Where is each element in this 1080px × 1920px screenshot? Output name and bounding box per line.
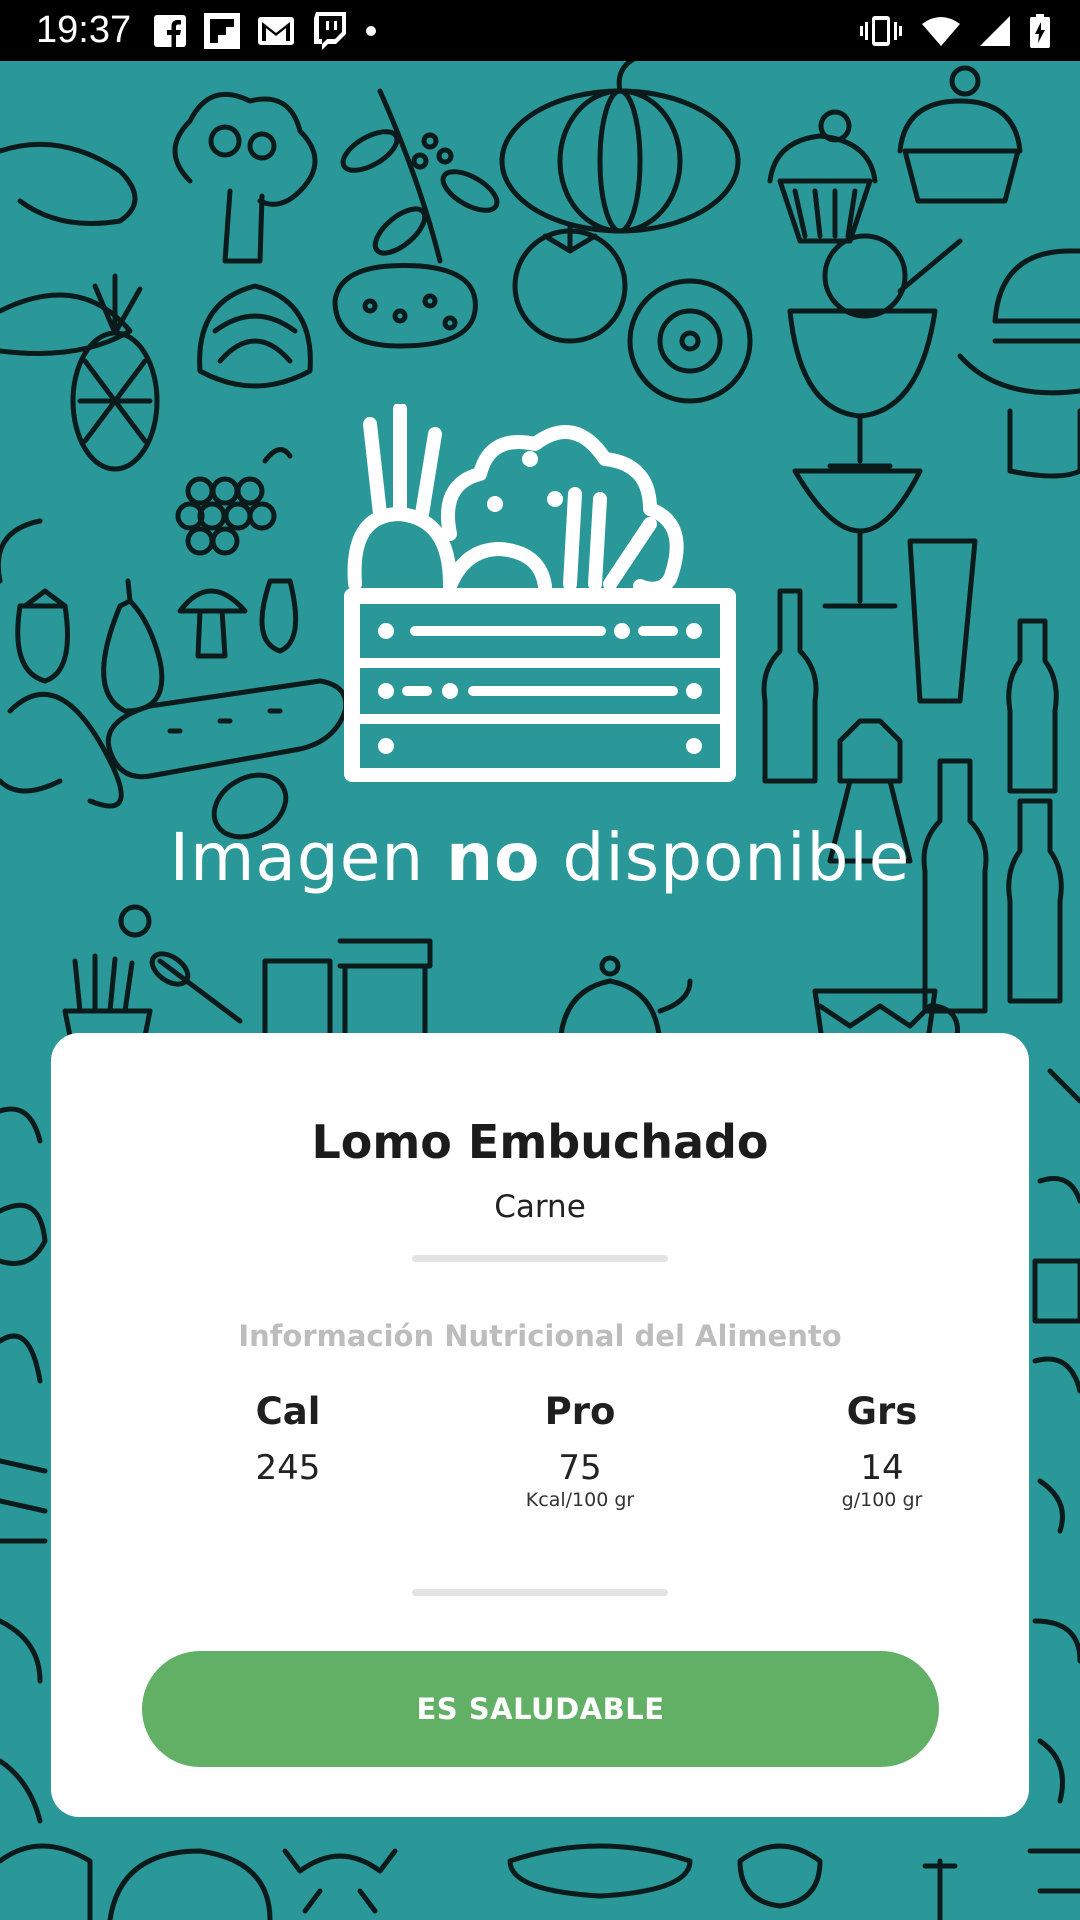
status-time: 19:37 [36,9,132,51]
broccoli-doodle [172,91,318,264]
gmail-icon [258,17,294,45]
no-image-prefix: Imagen [169,819,447,896]
cucumber-doodle [106,678,349,780]
nutrition-title: Información Nutricional del Alimento [238,1319,842,1353]
signal-icon [980,16,1010,46]
honey-dipper-doodle [118,904,243,1024]
cocktail-doodle [792,408,1080,704]
status-bar: 19:37 [0,0,1080,61]
food-info-card: Lomo Embuchado Carne Información Nutrici… [51,1033,1029,1817]
burger-doodle [957,248,1080,396]
strawberry-doodle [15,588,70,684]
pineapple-doodle [70,273,160,472]
food-name: Lomo Embuchado [311,1115,769,1169]
mushroom-doodle [177,588,248,659]
kiwi-doodle [627,278,753,404]
wifi-icon [922,17,960,46]
nutrition-label: Grs [846,1390,918,1433]
food-category: Carne [494,1189,586,1225]
no-image-text: Imagen no disponible [0,818,1080,898]
no-image-bold: no [446,819,541,896]
nutrition-protein: Pro 75 Kcal/100 gr [470,1388,690,1512]
nutrition-calories: Cal 245 [178,1388,398,1488]
vibrate-icon [860,16,902,46]
nutrition-unit: g/100 gr [841,1489,923,1511]
nutrition-value: 14 [860,1448,904,1488]
herb-doodle [340,88,500,264]
system-icons [860,12,1050,50]
ice-cream-glass-doodle [787,233,963,469]
tomato-doodle [512,223,628,344]
nutrition-label: Pro [544,1390,616,1433]
bread-doodle [332,262,478,349]
facebook-icon [154,15,186,47]
nutrition-unit: Kcal/100 gr [525,1489,635,1511]
notification-dot-icon [366,26,376,36]
divider [412,1589,668,1596]
artichoke-doodle [197,283,313,389]
divider [412,1255,668,1262]
food-detail-screen: 19:37 Imagen no disponible Lomo Embuchad… [0,0,1080,1920]
nutrition-fat: Grs 14 g/100 gr [772,1388,992,1512]
bottle-doodle [761,588,1064,1014]
twitch-icon [314,12,346,50]
no-image-suffix: disponible [540,819,911,896]
notification-icons [154,12,378,50]
cupcake-doodle-2 [897,65,1023,204]
grapes-doodle [175,447,293,556]
nutrition-value: 75 [558,1448,602,1488]
nutrition-label: Cal [255,1390,321,1433]
nutrition-value: 245 [255,1448,321,1488]
flipboard-icon [204,13,240,49]
healthy-button[interactable]: ES SALUDABLE [142,1651,939,1767]
pumpkin-doodle [499,61,741,234]
vegetable-crate-icon [344,404,736,782]
bottom-doodles [0,1843,1080,1920]
battery-icon [1030,14,1050,48]
cupcake-doodle [767,109,878,244]
